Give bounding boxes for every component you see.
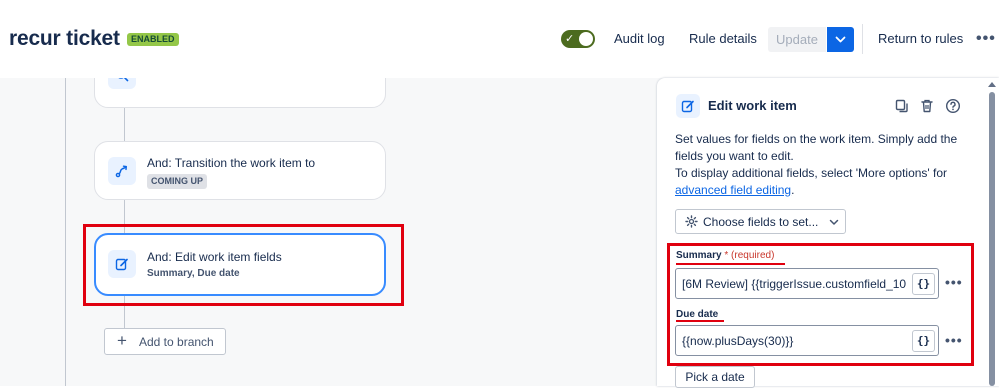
due-date-more-icon[interactable]: ••• <box>945 332 963 348</box>
transition-icon <box>115 165 127 178</box>
rule-header: recur ticket ENABLED ✓ Audit log Rule de… <box>0 0 999 78</box>
duplicate-icon[interactable] <box>894 98 910 114</box>
summary-value: [6M Review] {{triggerIssue.customfield_1… <box>682 277 907 291</box>
description-end: . <box>791 183 795 197</box>
rule-enabled-toggle[interactable]: ✓ <box>561 30 595 48</box>
required-text: (required) <box>731 250 775 261</box>
update-button[interactable]: Update <box>768 27 826 52</box>
summary-label-text: Summary <box>676 250 722 261</box>
audit-log-button[interactable]: Audit log <box>614 29 665 49</box>
flow-connector <box>65 78 66 386</box>
panel-description: Set values for fields on the work item. … <box>675 131 975 199</box>
edit-icon <box>681 100 694 113</box>
due-date-input[interactable]: {{now.plusDays(30)}} {} <box>675 325 939 356</box>
status-lozenge: COMING UP <box>147 174 208 189</box>
chevron-down-icon <box>835 36 846 43</box>
transition-card[interactable]: And: Transition the work item to COMING … <box>94 141 386 200</box>
annotation-underline <box>676 263 785 265</box>
summary-input[interactable]: [6M Review] {{triggerIssue.customfield_1… <box>675 268 939 299</box>
header-divider <box>862 24 863 54</box>
component-icon-box <box>108 78 136 89</box>
return-to-rules-button[interactable]: Return to rules <box>878 29 963 49</box>
more-options-icon[interactable]: ••• <box>976 29 996 49</box>
summary-more-icon[interactable]: ••• <box>945 274 963 290</box>
panel-edit-icon-box <box>676 94 700 118</box>
plus-icon: + <box>117 331 127 350</box>
gear-icon <box>685 215 698 228</box>
choose-fields-button[interactable]: Choose fields to set... <box>675 209 846 234</box>
chevron-down-icon <box>829 219 839 225</box>
transition-card-title: And: Transition the work item to <box>147 156 316 170</box>
smart-value-button[interactable]: {} <box>912 330 935 352</box>
update-dropdown-button[interactable] <box>827 27 854 52</box>
component-card[interactable] <box>94 78 386 108</box>
panel-scrollbar[interactable] <box>989 92 995 386</box>
due-date-value: {{now.plusDays(30)}} <box>682 334 794 348</box>
summary-field-label: Summary * (required) <box>676 250 774 261</box>
scroll-up-arrow[interactable] <box>988 82 996 87</box>
pick-a-date-button[interactable]: Pick a date <box>675 366 755 388</box>
status-badge: ENABLED <box>127 33 179 46</box>
trash-icon[interactable] <box>919 98 935 114</box>
highlight-box <box>83 224 404 306</box>
panel-title: Edit work item <box>708 98 797 113</box>
add-to-branch-label: Add to branch <box>139 335 214 349</box>
check-icon: ✓ <box>565 33 575 45</box>
rule-details-button[interactable]: Rule details <box>689 29 757 49</box>
description-line-2: To display additional fields, select 'Mo… <box>675 166 948 180</box>
rule-title: recur ticket <box>9 27 120 50</box>
annotation-underline <box>676 320 724 322</box>
due-date-label-text: Due date <box>676 309 719 320</box>
search-icon <box>118 78 129 82</box>
advanced-field-editing-link[interactable]: advanced field editing <box>675 183 791 197</box>
required-star: * <box>724 250 729 261</box>
description-line-1: Set values for fields on the work item. … <box>675 132 958 163</box>
transition-icon-box <box>108 157 136 185</box>
add-to-branch-button[interactable]: + Add to branch <box>104 328 226 355</box>
choose-fields-label: Choose fields to set... <box>703 215 819 229</box>
help-icon[interactable] <box>945 98 961 114</box>
due-date-field-label: Due date <box>676 309 718 320</box>
toggle-knob <box>579 32 593 46</box>
smart-value-button[interactable]: {} <box>912 273 935 295</box>
